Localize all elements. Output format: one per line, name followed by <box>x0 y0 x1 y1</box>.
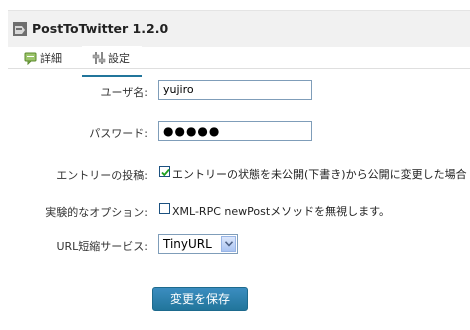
entry-post-label: エントリーの投稿: <box>56 169 148 182</box>
plugin-titlebar: PostToTwitter 1.2.0 <box>8 10 470 47</box>
url-service-label: URL短縮サービス: <box>56 240 148 253</box>
tab-settings-label: 設定 <box>108 52 130 65</box>
experimental-row: 実験的なオプション: XML-RPC newPostメソッドを無視します。 <box>8 200 470 224</box>
tab-settings[interactable]: 設定 <box>82 46 142 77</box>
username-row: ユーザ名: yujiro <box>8 80 470 104</box>
password-input[interactable]: ●●●●● <box>158 121 312 141</box>
settings-panel: PostToTwitter 1.2.0 詳細 設定 ユーザ名: yujiro パ… <box>8 10 470 330</box>
wrench-icon <box>92 51 106 65</box>
checkmark-icon <box>161 168 170 177</box>
entry-post-checkbox[interactable] <box>159 166 170 177</box>
experimental-checkbox[interactable] <box>159 203 170 214</box>
plugin-icon <box>12 21 28 37</box>
tab-bar: 詳細 設定 <box>18 46 470 77</box>
dropdown-button[interactable] <box>221 236 236 252</box>
plugin-title: PostToTwitter 1.2.0 <box>32 21 169 36</box>
username-label: ユーザ名: <box>100 86 149 99</box>
chevron-down-icon <box>225 241 233 247</box>
url-service-value: TinyURL <box>163 237 212 251</box>
password-label: パスワード: <box>89 127 148 140</box>
password-row: パスワード: ●●●●● <box>8 121 470 145</box>
save-button[interactable]: 変更を保存 <box>152 287 248 311</box>
tab-details-label: 詳細 <box>40 52 62 65</box>
entry-post-text: エントリーの状態を未公開(下書き)から公開に変更した場合 <box>172 168 467 181</box>
tab-divider <box>8 68 470 69</box>
experimental-text: XML-RPC newPostメソッドを無視します。 <box>172 205 391 218</box>
username-input[interactable]: yujiro <box>158 80 312 100</box>
url-service-select[interactable]: TinyURL <box>158 234 238 254</box>
url-service-row: URL短縮サービス: TinyURL <box>8 234 470 258</box>
comment-icon <box>24 51 38 66</box>
experimental-label: 実験的なオプション: <box>45 206 148 219</box>
entry-post-row: エントリーの投稿: エントリーの状態を未公開(下書き)から公開に変更した場合 <box>8 163 470 187</box>
